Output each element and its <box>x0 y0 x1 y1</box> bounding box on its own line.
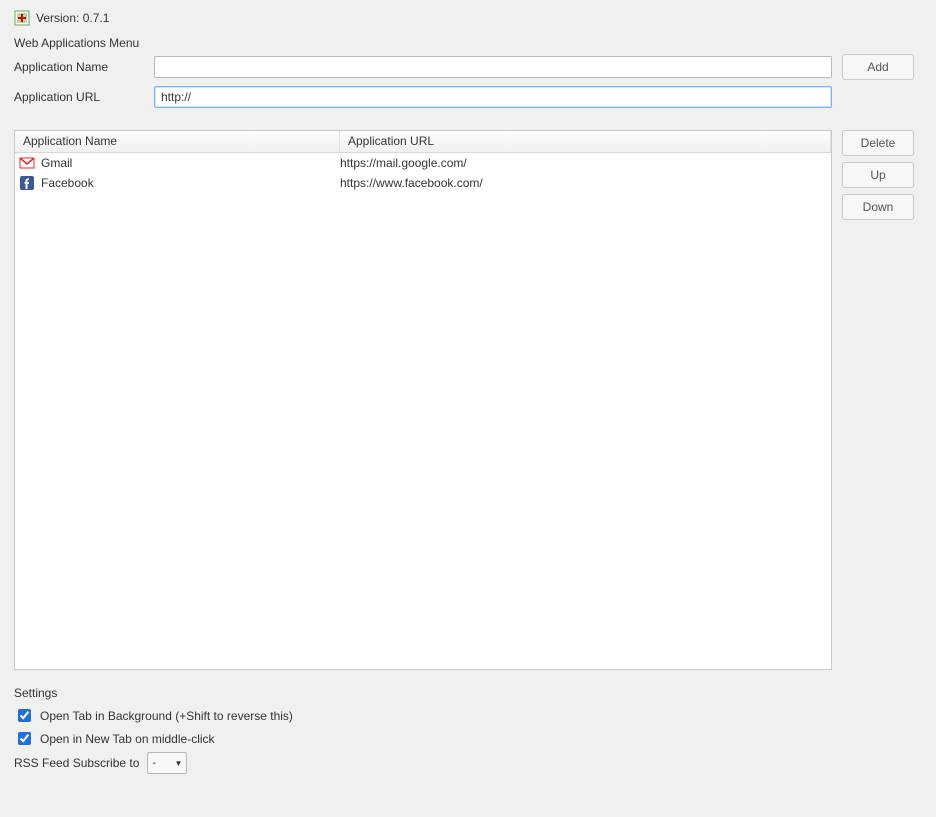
rss-dropdown-value: - <box>152 757 156 769</box>
application-url-input[interactable] <box>154 86 832 108</box>
chevron-down-icon: ▼ <box>174 759 182 768</box>
up-button[interactable]: Up <box>842 162 914 188</box>
rss-dropdown[interactable]: - ▼ <box>147 752 187 774</box>
application-name-label: Application Name <box>14 60 144 74</box>
row-name: Gmail <box>41 156 72 170</box>
table-row[interactable]: Facebook https://www.facebook.com/ <box>15 173 831 193</box>
column-header-name[interactable]: Application Name <box>15 131 340 152</box>
application-name-input[interactable] <box>154 56 832 78</box>
rss-label: RSS Feed Subscribe to <box>14 756 139 770</box>
add-button[interactable]: Add <box>842 54 914 80</box>
menu-section-title: Web Applications Menu <box>14 36 922 50</box>
settings-section-title: Settings <box>14 686 922 700</box>
facebook-icon <box>19 175 35 191</box>
list-header: Application Name Application URL <box>15 131 831 153</box>
applications-list[interactable]: Application Name Application URL Gmail <box>14 130 832 670</box>
gmail-icon <box>19 155 35 171</box>
down-button[interactable]: Down <box>842 194 914 220</box>
open-background-label: Open Tab in Background (+Shift to revers… <box>40 709 293 723</box>
application-url-label: Application URL <box>14 90 144 104</box>
row-url: https://www.facebook.com/ <box>340 176 831 190</box>
version-label: Version: 0.7.1 <box>36 11 109 25</box>
open-new-tab-label: Open in New Tab on middle-click <box>40 732 215 746</box>
open-background-checkbox[interactable] <box>18 709 31 722</box>
row-url: https://mail.google.com/ <box>340 156 831 170</box>
open-new-tab-checkbox[interactable] <box>18 732 31 745</box>
column-header-url[interactable]: Application URL <box>340 131 831 152</box>
app-icon <box>14 10 30 26</box>
table-row[interactable]: Gmail https://mail.google.com/ <box>15 153 831 173</box>
row-name: Facebook <box>41 176 94 190</box>
delete-button[interactable]: Delete <box>842 130 914 156</box>
